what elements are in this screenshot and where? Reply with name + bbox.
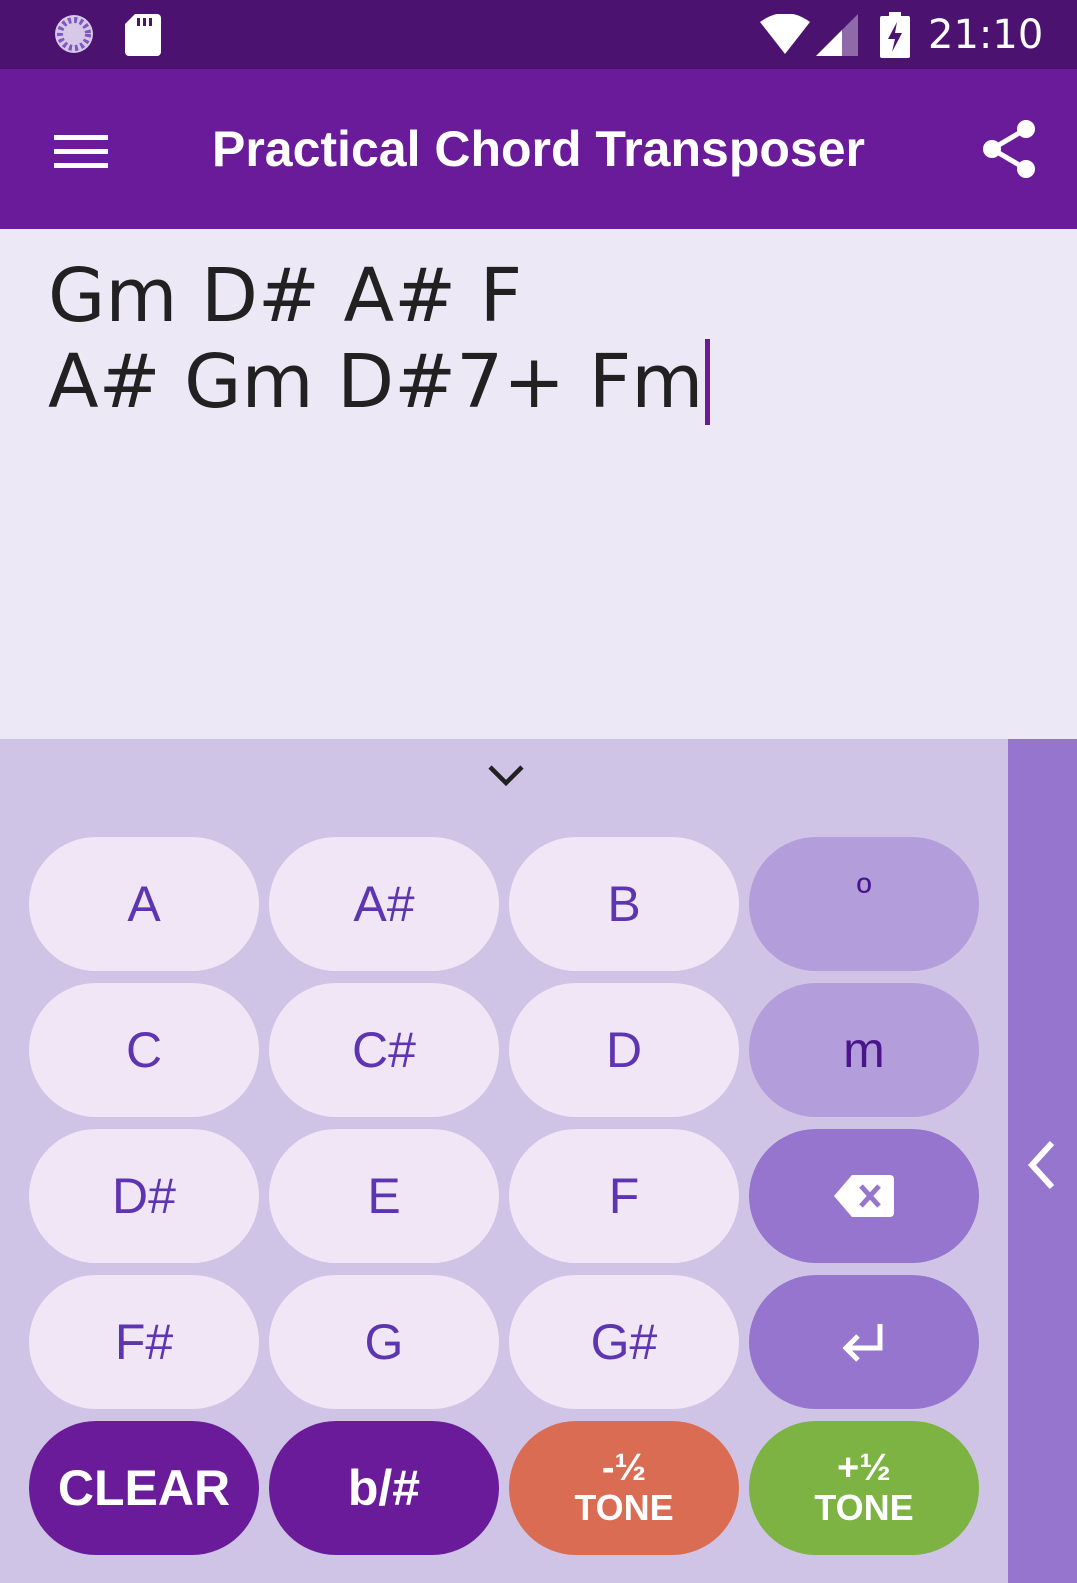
- backspace-button[interactable]: [749, 1129, 979, 1263]
- chord-text-editor[interactable]: Gm D# A# F A# Gm D#7+ Fm: [0, 229, 1077, 739]
- key-f[interactable]: F: [509, 1129, 739, 1263]
- minus-half-label: -½: [601, 1447, 647, 1489]
- share-icon[interactable]: [982, 119, 1038, 179]
- enter-button[interactable]: [749, 1275, 979, 1409]
- sync-icon: [55, 15, 93, 53]
- enter-icon: [842, 1324, 883, 1362]
- chevron-left-icon[interactable]: [1026, 1139, 1058, 1191]
- plus-half-label: +½: [837, 1447, 891, 1489]
- key-b[interactable]: B: [509, 837, 739, 971]
- key-c-sharp[interactable]: C#: [269, 983, 499, 1117]
- key-d[interactable]: D: [509, 983, 739, 1117]
- key-diminished[interactable]: º: [749, 837, 979, 971]
- key-g[interactable]: G: [269, 1275, 499, 1409]
- app-title: Practical Chord Transposer: [211, 121, 865, 177]
- text-cursor: [705, 339, 711, 425]
- key-a-sharp[interactable]: A#: [269, 837, 499, 971]
- flat-sharp-toggle-button[interactable]: b/#: [269, 1421, 499, 1555]
- key-d-sharp[interactable]: D#: [29, 1129, 259, 1263]
- key-f-sharp[interactable]: F#: [29, 1275, 259, 1409]
- chord-line-2-text: A# Gm D#7+ Fm: [48, 339, 704, 425]
- status-time: 21:10: [928, 12, 1044, 58]
- sd-card-icon: [125, 14, 161, 56]
- battery-charging-icon: [880, 12, 910, 58]
- plus-tone-label: TONE: [814, 1487, 914, 1528]
- side-panel[interactable]: [1008, 739, 1077, 1583]
- diminished-symbol: º: [856, 870, 872, 915]
- key-g-sharp[interactable]: G#: [509, 1275, 739, 1409]
- clear-button[interactable]: CLEAR: [29, 1421, 259, 1555]
- key-c[interactable]: C: [29, 983, 259, 1117]
- app-bar: Practical Chord Transposer: [0, 69, 1077, 229]
- chevron-down-icon[interactable]: [486, 761, 526, 789]
- chord-line-1: Gm D# A# F: [48, 253, 523, 339]
- transpose-up-half-tone-button[interactable]: +½ TONE: [749, 1421, 979, 1555]
- wifi-icon: [760, 14, 810, 54]
- backspace-icon: [834, 1175, 894, 1217]
- key-minor[interactable]: m: [749, 983, 979, 1117]
- key-a[interactable]: A: [29, 837, 259, 971]
- chord-line-2: A# Gm D#7+ Fm: [48, 339, 711, 425]
- signal-icon: [816, 14, 858, 56]
- transpose-down-half-tone-button[interactable]: -½ TONE: [509, 1421, 739, 1555]
- minus-tone-label: TONE: [574, 1487, 674, 1528]
- status-bar: 21:10: [0, 0, 1077, 69]
- key-e[interactable]: E: [269, 1129, 499, 1263]
